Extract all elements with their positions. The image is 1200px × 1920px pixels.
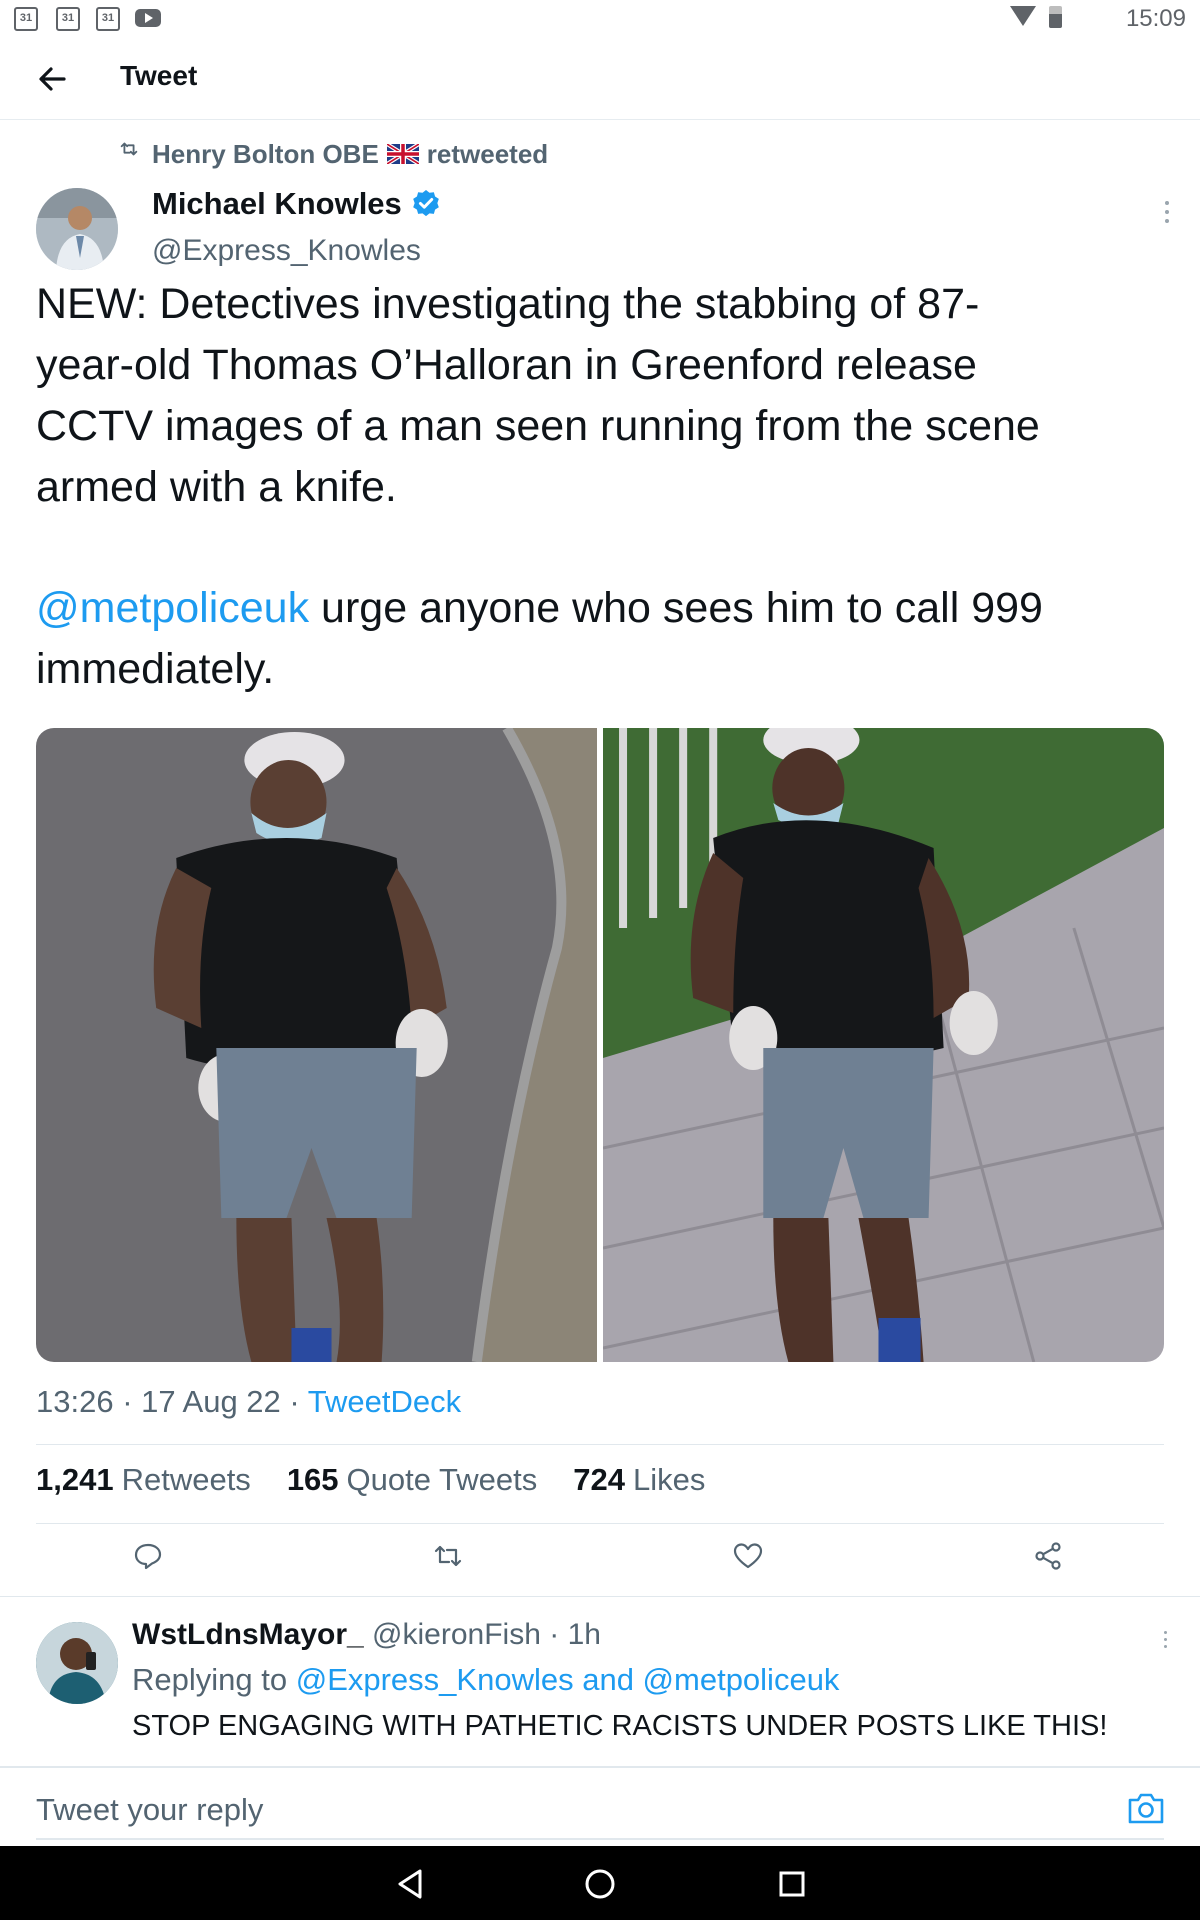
tweet-text-second-paragraph: @metpoliceuk urge anyone who sees him to… xyxy=(36,578,1166,700)
verified-badge-icon xyxy=(412,190,439,217)
camera-icon xyxy=(1128,1793,1164,1824)
calendar-icon: 31 xyxy=(14,7,38,31)
author-avatar[interactable] xyxy=(36,188,118,270)
nav-recents-icon xyxy=(779,1871,805,1897)
quote-tweets-count: 165 xyxy=(286,1462,339,1497)
meta-separator: · xyxy=(280,1384,308,1419)
reply-time: 1h xyxy=(567,1618,601,1651)
more-options-button[interactable] xyxy=(1158,198,1176,226)
author-name-text: Michael Knowles xyxy=(152,186,402,221)
divider xyxy=(0,1766,1200,1768)
replying-to: Replying to @Express_Knowles and @metpol… xyxy=(132,1662,839,1698)
tweet-source-link[interactable]: TweetDeck xyxy=(308,1384,461,1419)
likes-count: 724 xyxy=(573,1462,625,1497)
nav-recents-button[interactable] xyxy=(774,1866,810,1902)
camera-button[interactable] xyxy=(1126,1790,1166,1826)
like-icon xyxy=(733,1543,763,1569)
nav-back-button[interactable] xyxy=(392,1866,428,1902)
calendar-icon: 31 xyxy=(96,7,120,31)
youtube-icon xyxy=(135,9,161,27)
tweet-meta: 13:26 · 17 Aug 22 · TweetDeck xyxy=(36,1384,461,1420)
replying-and: and xyxy=(573,1662,643,1697)
status-clock: 15:09 xyxy=(1125,5,1186,32)
back-button[interactable] xyxy=(30,56,76,102)
retweet-button[interactable] xyxy=(432,1540,472,1580)
retweet-icon xyxy=(434,1545,462,1567)
author-name[interactable]: Michael Knowles xyxy=(152,186,442,222)
share-button[interactable] xyxy=(1032,1540,1072,1580)
tweet-actions xyxy=(0,1540,1200,1600)
meta-separator: · xyxy=(113,1384,142,1419)
battery-icon xyxy=(1049,6,1062,28)
cctv-photo-1[interactable] xyxy=(36,728,597,1362)
android-nav-bar xyxy=(0,1846,1200,1920)
avatar-image xyxy=(36,188,118,270)
tweet-text: NEW: Detectives investigating the stabbi… xyxy=(36,280,1040,511)
author-handle[interactable]: @Express_Knowles xyxy=(152,234,421,268)
mention-link[interactable]: @metpoliceuk xyxy=(36,584,309,632)
quote-tweets-label: Quote Tweets xyxy=(346,1462,538,1497)
tweet-media xyxy=(36,728,1164,1362)
meta-separator: · xyxy=(540,1618,568,1651)
like-button[interactable] xyxy=(732,1540,772,1580)
reply-icon xyxy=(134,1543,162,1570)
replying-to-link[interactable]: @metpoliceuk xyxy=(643,1662,840,1697)
calendar-icon: 31 xyxy=(56,7,80,31)
reply-author-handle[interactable]: @kieronFish xyxy=(372,1618,541,1651)
divider xyxy=(36,1523,1164,1524)
reply-author-name[interactable]: WstLdnsMayor_ xyxy=(132,1618,364,1651)
uk-flag-icon xyxy=(386,144,419,164)
page-title: Tweet xyxy=(120,60,198,91)
divider xyxy=(0,1596,1200,1597)
cctv-image-pavement xyxy=(603,728,1164,1362)
divider xyxy=(36,1444,1164,1445)
nav-home-icon xyxy=(585,1869,615,1899)
replying-to-link[interactable]: @Express_Knowles xyxy=(296,1662,574,1697)
status-bar: 31 31 31 15:09 xyxy=(0,0,1200,38)
reply-input[interactable] xyxy=(36,1788,1096,1832)
retweets-stat[interactable]: 1,241 Retweets xyxy=(36,1462,251,1498)
tweet-time: 13:26 xyxy=(36,1384,114,1419)
arrow-left-icon xyxy=(39,67,66,91)
likes-label: Likes xyxy=(633,1462,706,1497)
replying-prefix: Replying to xyxy=(132,1662,296,1697)
reply-button[interactable] xyxy=(132,1540,172,1580)
tweet-date: 17 Aug 22 xyxy=(141,1384,281,1419)
retweets-label: Retweets xyxy=(121,1462,251,1497)
app-header: Tweet xyxy=(0,38,1200,120)
retweet-context[interactable]: Henry Bolton OBE retweeted xyxy=(118,136,548,172)
reply-text: STOP ENGAGING WITH PATHETIC RACISTS UNDE… xyxy=(132,1710,1108,1742)
retweet-icon xyxy=(120,142,138,156)
retweeter-name: Henry Bolton OBE xyxy=(152,138,379,169)
share-icon xyxy=(1035,1542,1061,1570)
quote-tweets-stat[interactable]: 165 Quote Tweets xyxy=(287,1462,537,1498)
cctv-image-road xyxy=(36,728,597,1362)
nav-back-icon xyxy=(398,1869,422,1899)
retweets-count: 1,241 xyxy=(36,1462,114,1497)
divider xyxy=(36,1838,1164,1840)
reply-avatar[interactable] xyxy=(36,1622,118,1704)
retweet-suffix: retweeted xyxy=(426,138,549,169)
reply-more-options-button[interactable] xyxy=(1158,1628,1172,1652)
reply-header: WstLdnsMayor_ @kieronFish · 1h xyxy=(132,1618,601,1652)
avatar-image xyxy=(36,1622,118,1704)
cctv-photo-2[interactable] xyxy=(603,728,1164,1362)
wifi-icon xyxy=(1010,6,1036,26)
nav-home-button[interactable] xyxy=(582,1866,618,1902)
likes-stat[interactable]: 724 Likes xyxy=(573,1462,705,1498)
tweet-stats: 1,241 Retweets 165 Quote Tweets 724 Likes xyxy=(36,1462,705,1498)
